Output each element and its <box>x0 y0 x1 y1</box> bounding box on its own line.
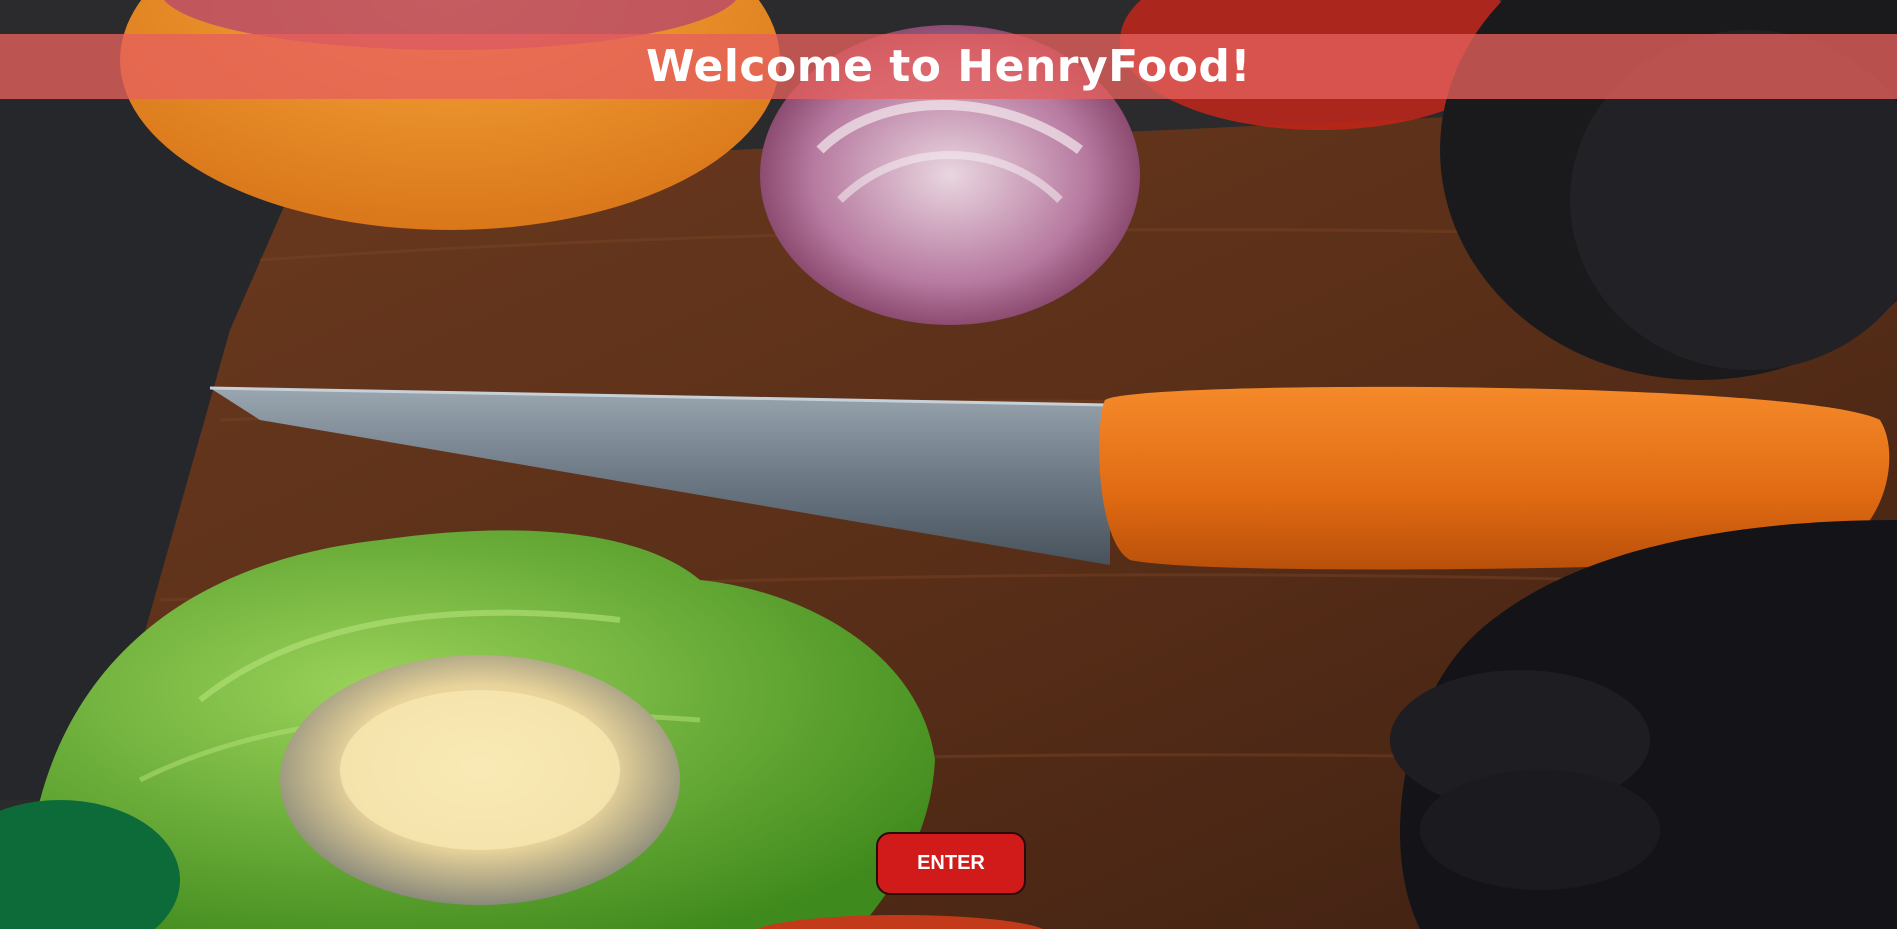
enter-button[interactable]: ENTER <box>876 832 1026 895</box>
welcome-banner: Welcome to HenryFood! <box>0 34 1897 99</box>
page-title: Welcome to HenryFood! <box>646 41 1251 92</box>
background-photo <box>0 0 1897 929</box>
landing-page: Welcome to HenryFood! ENTER <box>0 0 1897 929</box>
